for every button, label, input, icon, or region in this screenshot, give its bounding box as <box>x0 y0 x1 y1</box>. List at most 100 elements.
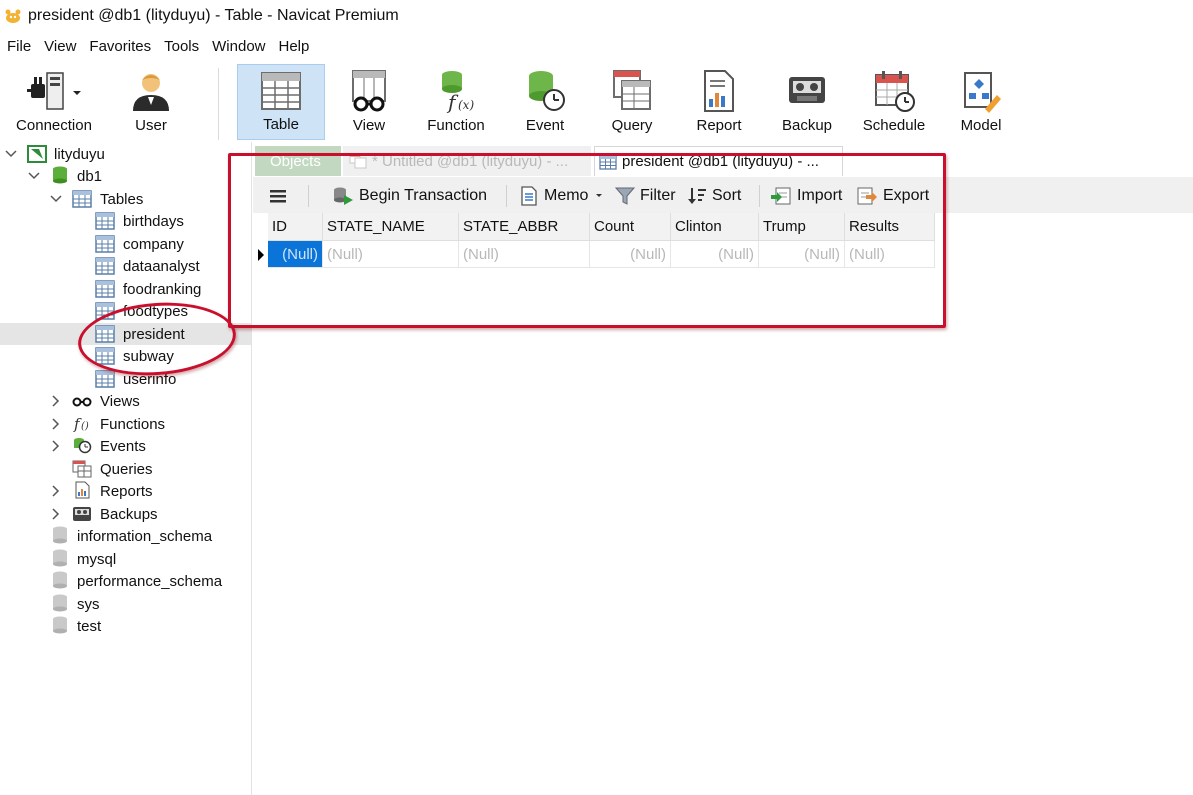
memo-label: Memo <box>544 187 589 204</box>
menu-file[interactable]: File <box>0 38 37 55</box>
menu-hamburger-button[interactable] <box>269 183 292 209</box>
function-button[interactable]: f (x) Function <box>420 64 492 140</box>
tree-table-dataanalyst[interactable]: dataanalyst <box>0 255 251 277</box>
tree-label: dataanalyst <box>123 257 200 275</box>
filter-label: Filter <box>640 187 676 204</box>
table-button[interactable]: Table <box>237 64 325 140</box>
memo-icon <box>521 186 537 206</box>
tree-label: company <box>123 235 184 253</box>
views-icon <box>72 397 92 407</box>
backup-icon <box>789 77 825 103</box>
filter-button[interactable]: Filter <box>615 183 676 209</box>
menu-view[interactable]: View <box>37 38 82 55</box>
tree-label: Reports <box>100 482 153 500</box>
events-icon <box>74 438 92 454</box>
function-icon: f (x) <box>442 71 474 113</box>
chevron-down-icon[interactable] <box>50 193 62 205</box>
tree-table-subway[interactable]: subway <box>0 345 251 367</box>
menu-favorites[interactable]: Favorites <box>82 38 157 55</box>
tree-database-sys[interactable]: sys <box>0 593 251 615</box>
hamburger-icon <box>270 190 286 203</box>
user-button[interactable]: User <box>118 64 184 140</box>
tree-table-birthdays[interactable]: birthdays <box>0 210 251 232</box>
tree-database-information-schema[interactable]: information_schema <box>0 525 251 547</box>
tree-database-mysql[interactable]: mysql <box>0 548 251 570</box>
tree-group-queries[interactable]: Queries <box>0 458 251 480</box>
cell-clinton[interactable]: (Null) <box>671 241 759 268</box>
connection-button[interactable]: Connection <box>6 64 102 140</box>
cell-trump[interactable]: (Null) <box>759 241 845 268</box>
tab-untitled-query[interactable]: * Untitled @db1 (lityduyu) - ... <box>343 146 591 176</box>
chevron-right-icon[interactable] <box>50 418 62 430</box>
sort-button[interactable]: Sort <box>687 183 741 209</box>
tree-table-company[interactable]: company <box>0 233 251 255</box>
chevron-down-icon[interactable] <box>28 170 40 182</box>
connection-icon <box>27 72 81 110</box>
column-header-state-abbr[interactable]: STATE_ABBR <box>459 213 590 241</box>
tree-group-backups[interactable]: Backups <box>0 503 251 525</box>
cell-state-name[interactable]: (Null) <box>323 241 459 268</box>
chevron-right-icon[interactable] <box>50 485 62 497</box>
event-button[interactable]: Event <box>513 64 577 140</box>
event-label: Event <box>525 117 565 134</box>
backups-icon <box>73 507 91 521</box>
backup-button[interactable]: Backup <box>775 64 839 140</box>
model-button[interactable]: Model <box>951 64 1011 140</box>
column-header-clinton[interactable]: Clinton <box>671 213 759 241</box>
tree-group-functions[interactable]: f() Functions <box>0 413 251 435</box>
current-row-indicator-icon <box>258 249 264 261</box>
database-icon <box>53 526 67 544</box>
backup-label: Backup <box>781 117 833 134</box>
tree-table-president[interactable]: president <box>0 323 251 345</box>
tree-label: db1 <box>77 167 103 185</box>
filter-icon <box>615 187 635 205</box>
window-title: president @db1 (lityduyu) - Table - Navi… <box>28 7 399 24</box>
tab-label: president @db1 (lityduyu) - ... <box>622 153 819 170</box>
table-icon <box>95 257 115 275</box>
column-header-id[interactable]: ID <box>268 213 323 241</box>
cell-id[interactable]: (Null) <box>268 241 323 268</box>
tree-table-foodranking[interactable]: foodranking <box>0 278 251 300</box>
tree-database-test[interactable]: test <box>0 615 251 637</box>
query-button[interactable]: Query <box>602 64 662 140</box>
chevron-down-icon[interactable] <box>592 191 606 201</box>
tree-group-events[interactable]: Events <box>0 435 251 457</box>
menu-tools[interactable]: Tools <box>157 38 205 55</box>
tree-label: userinfo <box>123 370 177 388</box>
column-header-state-name[interactable]: STATE_NAME <box>323 213 459 241</box>
column-header-trump[interactable]: Trump <box>759 213 845 241</box>
functions-icon: f() <box>73 415 89 432</box>
tab-objects[interactable]: Objects <box>255 146 341 176</box>
tree-group-views[interactable]: Views <box>0 390 251 412</box>
tree-group-tables[interactable]: Tables <box>0 188 251 210</box>
cell-state-abbr[interactable]: (Null) <box>459 241 590 268</box>
report-button[interactable]: Report <box>687 64 751 140</box>
chevron-right-icon[interactable] <box>50 508 62 520</box>
database-icon <box>53 594 67 612</box>
import-icon <box>771 187 791 205</box>
cell-results[interactable]: (Null) <box>845 241 935 268</box>
reports-icon <box>75 481 90 499</box>
schedule-button[interactable]: Schedule <box>855 64 933 140</box>
column-header-count[interactable]: Count <box>590 213 671 241</box>
tree-label: Backups <box>100 505 158 523</box>
menu-help[interactable]: Help <box>272 38 316 55</box>
begin-transaction-button[interactable]: Begin Transaction <box>332 183 487 209</box>
tree-table-userinfo[interactable]: userinfo <box>0 368 251 390</box>
chevron-down-icon[interactable] <box>5 148 17 160</box>
tree-table-foodtypes[interactable]: foodtypes <box>0 300 251 322</box>
menu-window[interactable]: Window <box>205 38 271 55</box>
column-header-results[interactable]: Results <box>845 213 935 241</box>
chevron-right-icon[interactable] <box>50 440 62 452</box>
import-button[interactable]: Import <box>770 183 842 209</box>
view-button[interactable]: View <box>339 64 399 140</box>
tree-connection-lityduyu[interactable]: lityduyu <box>0 143 251 165</box>
cell-count[interactable]: (Null) <box>590 241 671 268</box>
tab-president-table[interactable]: president @db1 (lityduyu) - ... <box>594 146 843 176</box>
tree-database-db1[interactable]: db1 <box>0 165 251 187</box>
memo-button[interactable]: Memo <box>519 183 606 209</box>
tree-database-performance-schema[interactable]: performance_schema <box>0 570 251 592</box>
tree-group-reports[interactable]: Reports <box>0 480 251 502</box>
chevron-right-icon[interactable] <box>50 395 62 407</box>
export-button[interactable]: Export <box>856 183 929 209</box>
